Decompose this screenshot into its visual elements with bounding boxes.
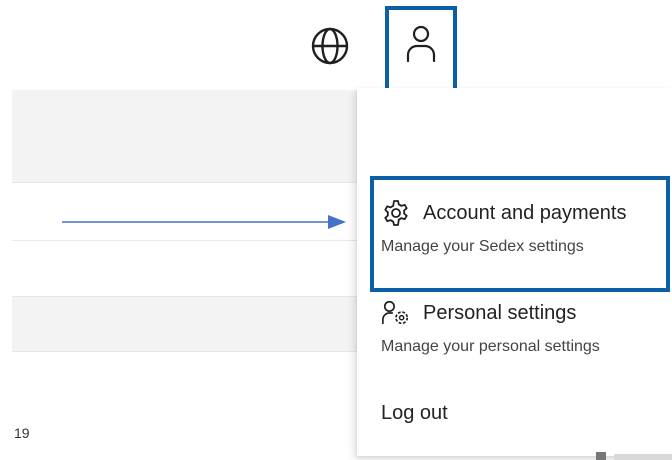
background-row [12,90,382,183]
menu-item-label: Account and payments [423,201,627,224]
gear-icon [381,200,411,226]
user-settings-icon [381,300,411,326]
background-divider [12,240,382,241]
scrollbar-track[interactable] [614,454,672,460]
menu-item-description: Manage your Sedex settings [381,238,584,255]
scrollbar-thumb[interactable] [596,452,606,460]
annotation-arrow [62,215,346,229]
page-number: 19 [14,425,30,441]
menu-item-personal-settings[interactable]: Personal settings Manage your personal s… [381,300,600,356]
user-icon [406,25,436,63]
menu-item-description: Manage your personal settings [381,338,600,355]
menu-item-account-and-payments[interactable]: Account and payments Manage your Sedex s… [381,200,626,256]
globe-icon [311,27,349,65]
menu-item-log-out[interactable]: Log out [381,402,448,425]
menu-item-label: Personal settings [423,301,577,324]
background-row [12,296,382,352]
account-dropdown-menu: Account and payments Manage your Sedex s… [357,88,672,456]
language-button[interactable] [308,24,352,68]
